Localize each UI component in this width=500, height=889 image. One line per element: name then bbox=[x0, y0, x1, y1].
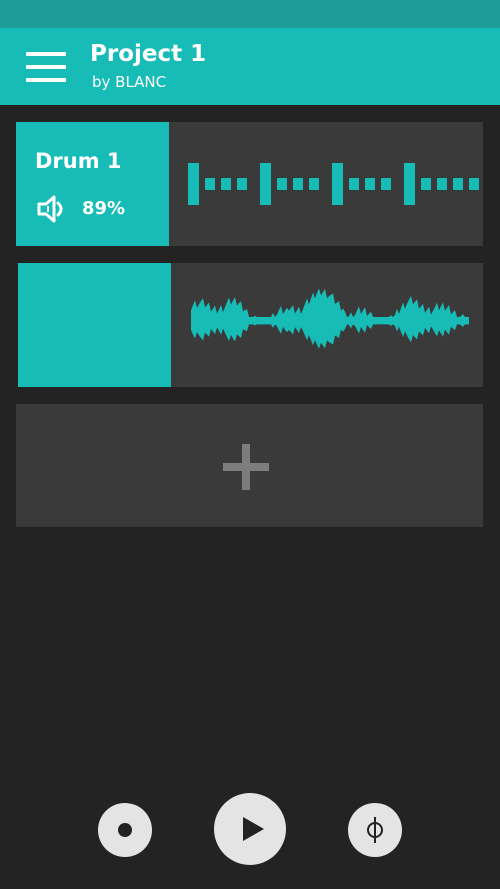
play-icon bbox=[243, 817, 264, 841]
app-header: Project 1 by BLANC bbox=[0, 28, 500, 105]
metronome-ring bbox=[367, 822, 383, 838]
waveform-lane[interactable] bbox=[171, 263, 483, 387]
status-bar bbox=[0, 0, 500, 28]
menu-line bbox=[26, 52, 66, 56]
speaker-icon[interactable] bbox=[37, 195, 67, 223]
track-drum-1[interactable]: Drum 1 89% bbox=[16, 122, 483, 246]
add-track-button[interactable] bbox=[16, 404, 483, 527]
plus-icon bbox=[223, 444, 269, 490]
track-header[interactable]: Drum 1 89% bbox=[16, 122, 169, 246]
project-author: by BLANC bbox=[92, 73, 167, 91]
menu-line bbox=[26, 65, 66, 69]
track-name: Drum 1 bbox=[35, 149, 122, 173]
metronome-button[interactable] bbox=[348, 803, 402, 857]
play-button[interactable] bbox=[214, 793, 286, 865]
drum-pattern-lane[interactable] bbox=[169, 122, 483, 246]
audio-waveform bbox=[191, 288, 469, 349]
menu-line bbox=[26, 78, 66, 82]
record-button[interactable] bbox=[98, 803, 152, 857]
track-audio[interactable] bbox=[18, 263, 483, 387]
project-title: Project 1 bbox=[90, 41, 207, 67]
track-header[interactable] bbox=[18, 263, 171, 387]
record-icon bbox=[118, 823, 132, 837]
volume-value: 89% bbox=[82, 198, 126, 219]
hamburger-menu-icon[interactable] bbox=[26, 52, 66, 82]
drum-pattern bbox=[188, 163, 479, 205]
